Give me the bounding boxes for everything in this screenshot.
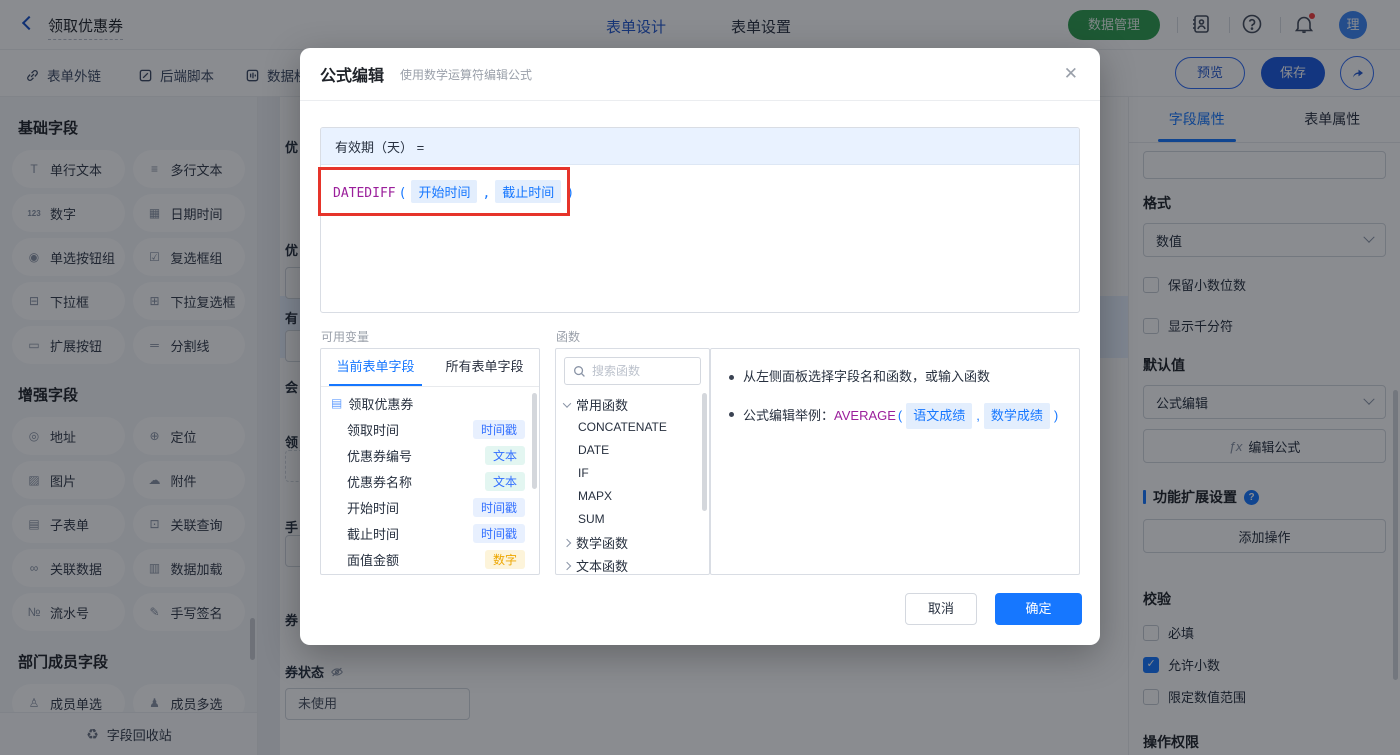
function-search[interactable] — [564, 357, 701, 385]
function-group-label: 常用函数 — [576, 398, 629, 413]
formula-target: 有效期（天） = — [321, 128, 1079, 165]
field-chip-start-time[interactable]: 开始时间 — [411, 180, 478, 203]
type-badge: 时间戳 — [472, 497, 525, 517]
search-input[interactable] — [592, 364, 692, 378]
variable-row[interactable]: 优惠券名称 文本 — [321, 468, 539, 494]
function-group-math[interactable]: 数学函数 — [556, 531, 709, 554]
dialog-header: 公式编辑 使用数学运算符编辑公式 ✕ — [300, 48, 1100, 101]
app-screen: 领取优惠券 表单设计 表单设置 数据管理 理 表单外链 后端脚本 数据权限 预览… — [0, 0, 1400, 755]
tip-example-prefix: 公式编辑举例： — [743, 408, 835, 423]
functions-panel: 常用函数 CONCATENATE DATE IF MAPX SUM 数学函数 文… — [555, 348, 710, 575]
variable-name: 领取时间 — [347, 422, 400, 438]
variables-form-root[interactable]: ▤ 领取优惠券 — [321, 390, 539, 416]
function-group-text[interactable]: 文本函数 — [556, 554, 709, 574]
tip-line-1: 从左侧面板选择字段名和函数，或输入函数 — [729, 366, 1061, 388]
function-item[interactable]: MAPX — [556, 485, 709, 508]
function-item[interactable]: SUM — [556, 508, 709, 531]
dialog-title: 公式编辑 — [320, 68, 385, 85]
variables-panel: 当前表单字段 所有表单字段 ▤ 领取优惠券 领取时间 时间戳 优惠券编号 文本 优惠… — [320, 348, 540, 575]
functions-label: 函数 — [556, 330, 581, 344]
example-function: AVERAGE — [834, 408, 896, 423]
function-item[interactable]: DATE — [556, 439, 709, 462]
variable-row[interactable]: 领取时间 时间戳 — [321, 416, 539, 442]
type-badge: 时间戳 — [472, 419, 525, 439]
form-doc-icon: ▤ — [331, 396, 343, 410]
variables-scrollbar[interactable] — [532, 393, 537, 489]
close-paren: ) — [1053, 408, 1059, 423]
function-item[interactable]: IF — [556, 462, 709, 485]
variable-row[interactable]: 截止时间 时间戳 — [321, 520, 539, 546]
form-name: 领取优惠券 — [348, 396, 414, 412]
example-chip: 语文成绩 — [906, 403, 973, 429]
type-badge: 数字 — [484, 549, 525, 569]
comma: , — [482, 186, 491, 201]
variable-name: 开始时间 — [347, 500, 400, 516]
variable-name: 优惠券编号 — [347, 448, 413, 464]
variable-name: 面值金额 — [347, 552, 400, 568]
close-paren: ) — [566, 186, 575, 201]
function-group-label: 文本函数 — [576, 559, 629, 574]
caret-right-icon — [562, 561, 572, 570]
comma: , — [976, 408, 980, 423]
tip-text: 从左侧面板选择字段名和函数，或输入函数 — [743, 369, 991, 384]
type-badge: 文本 — [484, 445, 525, 465]
confirm-button[interactable]: 确定 — [995, 593, 1082, 625]
open-paren: ( — [398, 186, 407, 201]
tip-example: 公式编辑举例：AVERAGE(语文成绩, 数学成绩) — [743, 403, 1060, 429]
variable-name: 优惠券名称 — [347, 474, 413, 490]
formula-box: 有效期（天） = DATEDIFF( 开始时间, 截止时间) — [320, 127, 1080, 313]
caret-down-icon — [562, 398, 572, 408]
field-chip-end-time[interactable]: 截止时间 — [495, 180, 562, 203]
tip-line-2: 公式编辑举例：AVERAGE(语文成绩, 数学成绩) — [729, 403, 1061, 429]
type-badge: 时间戳 — [472, 523, 525, 543]
formula-edit-dialog: 公式编辑 使用数学运算符编辑公式 ✕ 有效期（天） = DATEDIFF(开始时… — [300, 48, 1100, 645]
function-group-common[interactable]: 常用函数 — [556, 393, 709, 416]
type-badge: 文本 — [484, 471, 525, 491]
variables-label: 可用变量 — [321, 330, 370, 344]
variable-name: 截止时间 — [347, 526, 400, 542]
tips-panel: 从左侧面板选择字段名和函数，或输入函数 公式编辑举例：AVERAGE(语文成绩,… — [710, 348, 1080, 575]
search-icon — [574, 365, 585, 377]
functions-scrollbar[interactable] — [702, 393, 707, 511]
variable-row[interactable]: 开始时间 时间戳 — [321, 494, 539, 520]
example-chip: 数学成绩 — [983, 403, 1050, 429]
formula-function: DATEDIFF — [333, 186, 396, 201]
close-icon[interactable]: ✕ — [1064, 64, 1078, 84]
formula-editor[interactable]: DATEDIFF( 开始时间, 截止时间) — [321, 165, 1079, 218]
open-paren: ( — [897, 408, 903, 423]
cancel-button[interactable]: 取消 — [905, 593, 977, 625]
function-item[interactable]: CONCATENATE — [556, 416, 709, 439]
tab-current-form-fields[interactable]: 当前表单字段 — [321, 349, 430, 386]
caret-right-icon — [562, 538, 572, 547]
tab-all-form-fields[interactable]: 所有表单字段 — [430, 349, 539, 386]
dialog-subtitle: 使用数学运算符编辑公式 — [400, 67, 533, 82]
variable-row[interactable]: 优惠券编号 文本 — [321, 442, 539, 468]
bullet-icon — [729, 375, 734, 380]
function-group-label: 数学函数 — [576, 536, 629, 551]
bullet-icon — [729, 412, 734, 417]
variable-row[interactable]: 面值金额 数字 — [321, 546, 539, 572]
